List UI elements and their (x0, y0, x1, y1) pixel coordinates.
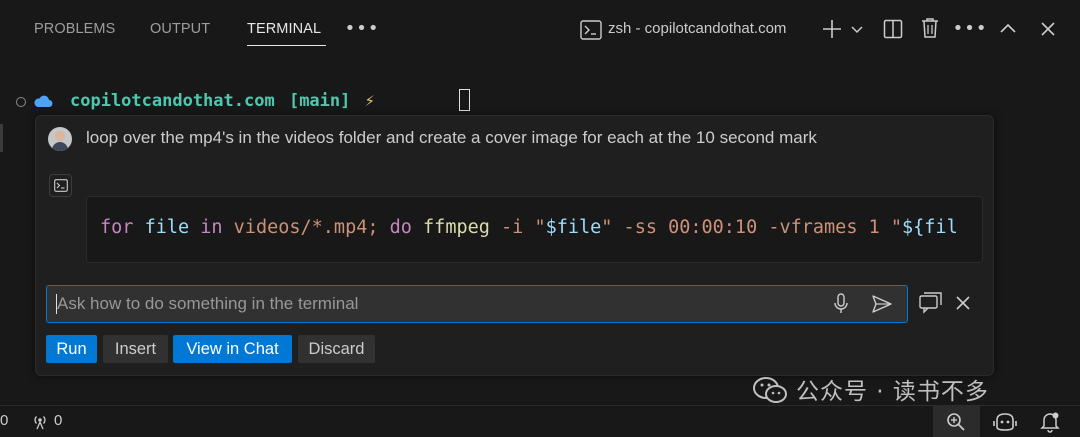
watermark-text: 公众号 · 读书不多 (796, 379, 989, 405)
ask-input-box[interactable] (46, 285, 908, 323)
code-token: videos/*.mp4; (222, 217, 390, 238)
code-token: " (534, 217, 546, 238)
ask-input[interactable] (57, 286, 817, 322)
new-terminal-icon[interactable] (821, 18, 843, 40)
tab-terminal[interactable]: TERMINAL (247, 21, 321, 37)
chevron-down-icon[interactable] (849, 21, 865, 37)
run-button[interactable]: Run (46, 335, 97, 363)
notifications-bell-icon[interactable] (1040, 411, 1060, 433)
code-token: do (389, 217, 412, 238)
close-panel-icon[interactable] (1038, 19, 1058, 39)
close-chat-icon[interactable] (955, 295, 971, 311)
code-token: file (144, 217, 190, 238)
discard-button[interactable]: Discard (298, 335, 375, 363)
tab-problems[interactable]: PROBLEMS (34, 21, 115, 37)
send-icon[interactable] (871, 294, 893, 314)
terminal-prompt: copilotcandothat.com [main] ⚡ (70, 91, 375, 111)
copilot-icon[interactable] (993, 412, 1017, 432)
split-terminal-icon[interactable] (882, 18, 904, 40)
code-token: $file (545, 217, 602, 238)
terminal-name[interactable]: zsh - copilotcandothat.com (608, 20, 786, 37)
suggested-command[interactable]: for file in videos/*.mp4; do ffmpeg -i "… (86, 196, 983, 263)
input-caret (56, 294, 57, 314)
code-token: ${fil (902, 217, 958, 238)
status-bar: 0 0 (0, 405, 1080, 437)
view-in-chat-button[interactable]: View in Chat (173, 335, 292, 363)
more-tabs-icon[interactable]: ••• (345, 18, 379, 39)
ports-icon[interactable] (31, 414, 49, 430)
command-decoration-icon[interactable] (16, 97, 26, 107)
cloud-icon (33, 93, 53, 107)
wechat-logo-icon (752, 375, 788, 405)
user-avatar (48, 127, 72, 151)
maximize-panel-icon[interactable] (998, 19, 1018, 39)
prompt-symbol: ⚡ (364, 91, 375, 111)
trash-icon[interactable] (919, 17, 941, 39)
ports-count[interactable]: 0 (54, 412, 62, 429)
terminal-command-icon (49, 174, 72, 197)
code-line: for file in videos/*.mp4; do ffmpeg -i "… (100, 217, 958, 238)
code-token: -i (489, 217, 535, 238)
terminal-icon (580, 19, 602, 41)
code-token: in (200, 217, 223, 238)
prompt-branch: [main] (288, 91, 351, 111)
zoom-icon[interactable] (946, 412, 966, 432)
tab-output[interactable]: OUTPUT (150, 21, 210, 37)
code-token: for (100, 217, 134, 238)
prompt-host: copilotcandothat.com (70, 91, 275, 111)
code-token: ffmpeg (423, 217, 490, 238)
terminal-cursor (459, 89, 470, 111)
active-tab-indicator (247, 45, 326, 46)
more-actions-icon[interactable]: ••• (953, 18, 987, 39)
microphone-icon[interactable] (833, 293, 851, 315)
code-token: " -ss 00:00:10 -vframes 1 " (601, 217, 903, 238)
status-count[interactable]: 0 (0, 412, 8, 429)
scroll-marker (0, 124, 3, 152)
panel-header: PROBLEMS OUTPUT TERMINAL ••• zsh - copil… (0, 0, 1080, 60)
insert-button[interactable]: Insert (103, 335, 168, 363)
user-message: loop over the mp4's in the videos folder… (86, 128, 817, 147)
chat-feedback-icon[interactable] (919, 292, 943, 314)
